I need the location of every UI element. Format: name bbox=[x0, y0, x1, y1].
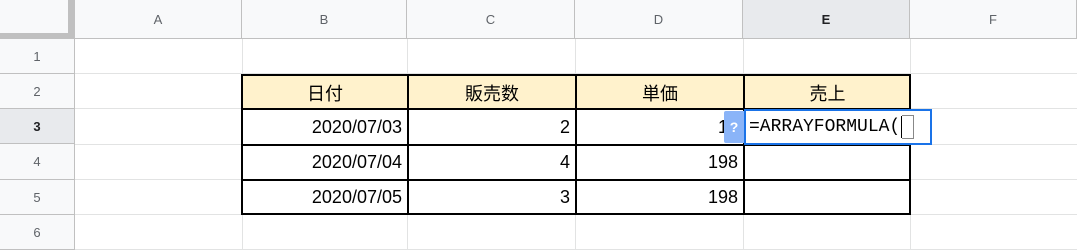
column-header-b[interactable]: B bbox=[242, 0, 407, 39]
cell-c2-header-quantity[interactable]: 販売数 bbox=[409, 76, 575, 109]
row-header-3[interactable]: 3 bbox=[0, 109, 75, 144]
row-header-5[interactable]: 5 bbox=[0, 180, 75, 215]
row-header-4[interactable]: 4 bbox=[0, 144, 75, 180]
formula-help-button[interactable]: ? bbox=[724, 111, 744, 143]
column-header-c[interactable]: C bbox=[407, 0, 575, 39]
cell-b5[interactable]: 2020/07/05 bbox=[243, 181, 407, 214]
cell-editor-e3[interactable]: =ARRAYFORMULA( bbox=[744, 109, 932, 145]
cell-e4[interactable] bbox=[745, 146, 910, 179]
cell-e2-header-sales[interactable]: 売上 bbox=[745, 76, 910, 109]
cell-b2-header-date[interactable]: 日付 bbox=[243, 76, 407, 109]
column-header-d[interactable]: D bbox=[575, 0, 743, 39]
column-header-e[interactable]: E bbox=[743, 0, 910, 39]
cell-d3[interactable]: 19 bbox=[577, 110, 743, 144]
cell-b3[interactable]: 2020/07/03 bbox=[243, 110, 407, 144]
cell-b4[interactable]: 2020/07/04 bbox=[243, 146, 407, 179]
formula-text: =ARRAYFORMULA( bbox=[749, 117, 901, 137]
row-header-6[interactable]: 6 bbox=[0, 215, 75, 250]
freeze-row-handle[interactable] bbox=[0, 33, 74, 38]
table-border bbox=[407, 74, 409, 215]
column-header-a[interactable]: A bbox=[75, 0, 242, 39]
row-header-1[interactable]: 1 bbox=[0, 39, 75, 74]
cell-c5[interactable]: 3 bbox=[409, 181, 575, 214]
closing-paren-placeholder bbox=[902, 115, 915, 139]
table-border bbox=[575, 74, 577, 215]
cell-d5[interactable]: 198 bbox=[577, 181, 743, 214]
cell-c4[interactable]: 4 bbox=[409, 146, 575, 179]
cell-d4[interactable]: 198 bbox=[577, 146, 743, 179]
spreadsheet-grid: A B C D E F 1 2 3 4 5 6 日付 販売数 単価 売上 202… bbox=[0, 0, 1077, 250]
row-header-2[interactable]: 2 bbox=[0, 74, 75, 109]
cell-c3[interactable]: 2 bbox=[409, 110, 575, 144]
cell-d2-header-unit-price[interactable]: 単価 bbox=[577, 76, 743, 109]
column-header-f[interactable]: F bbox=[910, 0, 1077, 39]
table-border bbox=[241, 74, 243, 215]
cell-e5[interactable] bbox=[745, 181, 910, 214]
